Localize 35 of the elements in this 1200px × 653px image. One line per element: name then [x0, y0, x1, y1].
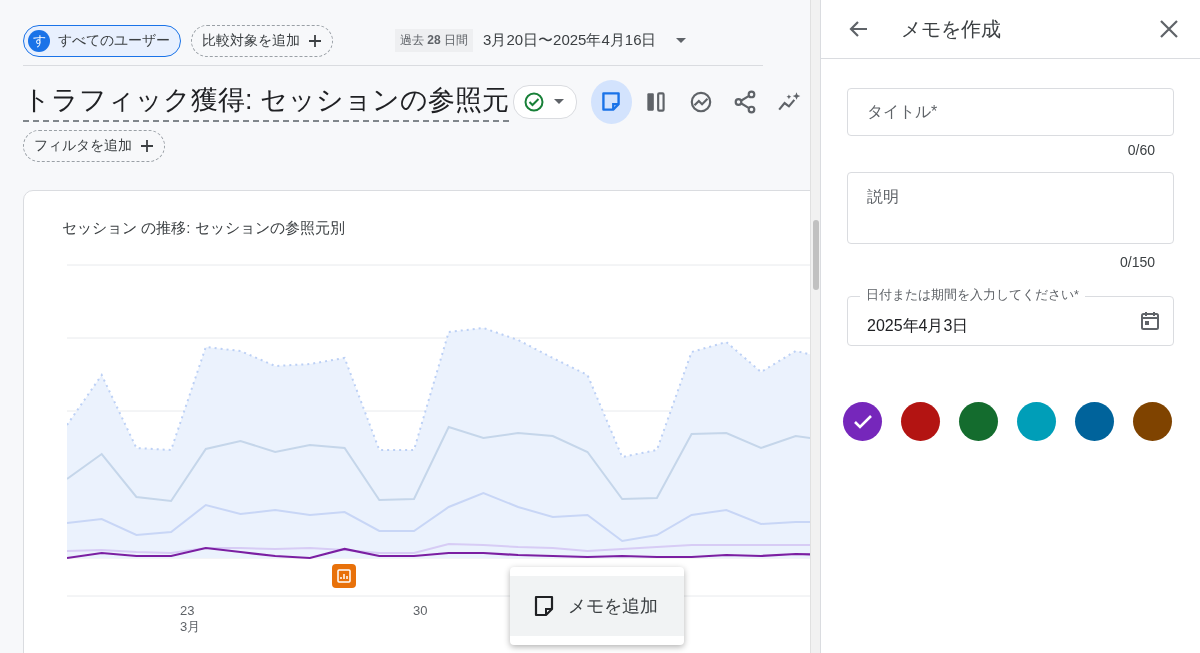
color-swatch[interactable]: [1017, 402, 1056, 441]
char-counter: 0/150: [1118, 254, 1156, 270]
status-dropdown[interactable]: [513, 85, 577, 119]
annotation-marker-icon[interactable]: [332, 564, 356, 588]
color-swatch[interactable]: [1075, 402, 1114, 441]
color-swatch[interactable]: [843, 402, 882, 441]
plus-icon: [308, 33, 322, 48]
check-circle-icon: [524, 92, 544, 112]
panel-title: メモを作成: [901, 16, 1002, 42]
close-button[interactable]: [1158, 18, 1180, 40]
x-axis-label: 30: [413, 603, 428, 618]
menu-item[interactable]: メモを追加: [510, 576, 684, 636]
note-icon: [532, 594, 556, 618]
date-range-picker[interactable]: 3月20日〜2025年4月16日: [483, 31, 657, 50]
description-input[interactable]: 説明: [847, 172, 1174, 244]
x-axis-label: 3月: [180, 619, 201, 634]
report-title: トラフィック獲得: セッションの参照元: [23, 82, 509, 122]
avatar-icon: す: [28, 29, 50, 52]
caret-icon: [554, 99, 564, 105]
date-period-label: 過去 28 日間: [395, 29, 474, 52]
title-input[interactable]: タイトル*: [847, 88, 1174, 136]
segment-chip[interactable]: す すべてのユーザー: [23, 24, 181, 57]
caret-icon[interactable]: [676, 37, 687, 44]
color-swatch[interactable]: [1133, 402, 1172, 441]
plus-icon: [140, 139, 154, 153]
chart-title: セッション の推移: セッションの参照元別: [62, 219, 346, 238]
color-swatch[interactable]: [901, 402, 940, 441]
date-field-label: 日付または期間を入力してください*: [860, 287, 1085, 304]
char-counter: 0/60: [1126, 142, 1156, 158]
x-axis-label: 23: [180, 603, 195, 618]
toolbar-button[interactable]: [591, 80, 632, 124]
color-swatch[interactable]: [959, 402, 998, 441]
scrollbar-thumb[interactable]: [812, 220, 819, 290]
date-value: 2025年4月3日: [867, 315, 970, 336]
calendar-icon[interactable]: [1139, 310, 1161, 332]
